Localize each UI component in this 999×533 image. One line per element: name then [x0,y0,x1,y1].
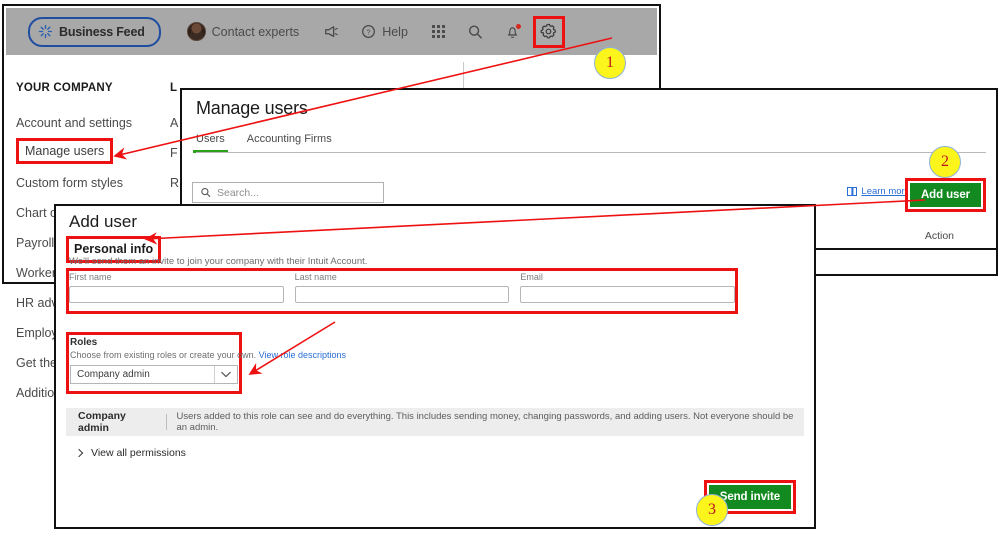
add-user-dialog: Add user Personal info We'll send them a… [54,204,816,529]
add-user-highlight-box: Add user [904,178,986,212]
sidebar-item-custom-form-styles[interactable]: Custom form styles [16,168,196,198]
apps-grid-icon [431,25,445,38]
last-name-field-group: Last name [294,272,510,303]
first-name-field-group: First name [69,272,284,303]
sidebar-item-account-and-settings[interactable]: Account and settings [16,108,196,138]
role-select-value: Company admin [77,369,150,380]
first-name-label: First name [69,272,112,282]
add-user-title: Add user [69,212,138,231]
gear-settings-button[interactable] [532,16,565,48]
chevron-right-icon [74,448,84,458]
users-search-placeholder: Search... [217,186,260,199]
sidebar-item-manage-users[interactable]: Manage users [16,138,114,164]
screenshot-root: Business Feed Contact experts ? Help YOU… [0,0,999,533]
last-name-input[interactable] [294,286,510,303]
tabs-underline [196,152,986,153]
spark-icon [38,24,53,39]
email-input[interactable] [520,286,736,303]
search-button[interactable] [467,24,483,40]
callout-badge-1: 1 [594,47,626,79]
help-label: Help [382,24,408,39]
tab-accounting-firms[interactable]: Accounting Firms [247,133,332,153]
role-select-dropdown[interactable]: Company admin [70,365,238,384]
learn-more-link[interactable]: Learn more [847,186,910,197]
sidebar-heading: YOUR COMPANY [16,82,113,94]
contact-experts-label: Contact experts [211,24,300,39]
add-user-button[interactable]: Add user [909,183,981,207]
manage-users-title: Manage users [196,98,308,118]
callout-badge-3: 3 [696,494,728,526]
role-banner-name: Company admin [78,410,126,434]
email-label: Email [520,272,543,282]
help-button[interactable]: ? Help [361,24,408,39]
gear-highlight-box [532,16,565,48]
learn-more-label: Learn more [861,186,910,197]
tab-users[interactable]: Users [193,133,228,153]
roles-description: Choose from existing roles or create you… [70,350,346,360]
view-role-descriptions-link[interactable]: View role descriptions [259,350,346,360]
question-circle-icon: ? [362,25,376,38]
business-feed-label: Business Feed [59,24,145,39]
last-name-label: Last name [294,272,337,282]
personal-info-fields-row: First name Last name Email [69,272,736,303]
email-field-group: Email [520,272,736,303]
column-divider [463,62,464,90]
app-top-bar: Business Feed Contact experts ? Help [6,8,657,55]
users-search-box[interactable]: Search... [192,182,384,203]
notifications-button[interactable] [505,23,521,40]
search-icon [468,25,482,39]
notification-dot [515,23,521,29]
role-banner-divider [165,414,167,430]
svg-text:?: ? [367,27,371,36]
megaphone-button[interactable] [323,25,339,39]
personal-info-heading: Personal info [74,242,154,256]
role-banner-description: Users added to this role can see and do … [176,411,794,433]
roles-heading: Roles [70,337,98,348]
view-all-permissions-toggle[interactable]: View all permissions [74,447,186,459]
roles-description-text: Choose from existing roles or create you… [70,350,257,360]
personal-info-subtext: We'll send them an invite to join your c… [69,256,368,267]
role-description-banner: Company admin Users added to this role c… [66,408,804,436]
users-table-header-action: Action [924,230,954,242]
contact-experts-button[interactable]: Contact experts [186,22,300,41]
manage-users-tabs: Users Accounting Firms [193,133,332,153]
view-all-permissions-label: View all permissions [91,447,186,459]
business-feed-button[interactable]: Business Feed [28,16,161,47]
callout-badge-2: 2 [929,146,961,178]
chevron-down-icon [214,366,237,383]
avatar-icon [186,22,206,41]
apps-grid-button[interactable] [431,25,445,38]
megaphone-icon [325,25,338,37]
book-icon [847,187,858,196]
first-name-input[interactable] [69,286,284,303]
search-icon [201,187,211,198]
